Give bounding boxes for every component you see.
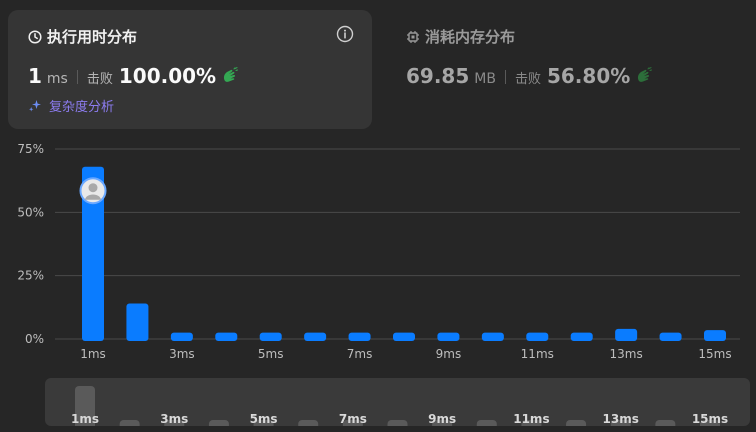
histogram-bar [215, 332, 238, 341]
divider [504, 70, 506, 84]
scrubber-label: 3ms [160, 412, 188, 426]
x-tick-label: 11ms [521, 347, 554, 361]
scrubber-minimap[interactable]: 1ms 3ms 5ms 7ms 9ms 11ms 13ms 15ms [45, 378, 750, 426]
runtime-unit: ms [46, 71, 68, 87]
complexity-analysis-label: 复杂度分析 [49, 100, 115, 115]
histogram-bar [659, 332, 682, 341]
info-icon[interactable] [336, 25, 354, 43]
memory-beat-percent: 56.80% [546, 64, 631, 88]
runtime-beat-label: 击败 [86, 72, 113, 87]
scrubber-label: 7ms [339, 412, 367, 426]
memory-stats: 69.85 MB 击败 56.80% [406, 64, 653, 88]
scrubber-bar [566, 420, 587, 426]
x-tick-label: 15ms [698, 347, 731, 361]
runtime-value: 1 [28, 64, 42, 88]
range-scrubber[interactable]: 1ms 3ms 5ms 7ms 9ms 11ms 13ms 15ms [45, 378, 750, 426]
histogram-bar [704, 330, 726, 341]
histogram-bar [526, 332, 549, 341]
histogram-bar [615, 328, 638, 341]
scrubber-label: 13ms [603, 412, 639, 426]
scrubber-bar [387, 420, 408, 426]
scrubber-label: 11ms [513, 412, 549, 426]
memory-title[interactable]: 消耗内存分布 [406, 26, 515, 47]
scrubber-bar [298, 420, 319, 426]
memory-title-text: 消耗内存分布 [425, 28, 516, 46]
scrubber-bar [476, 420, 497, 426]
complexity-analysis-link[interactable]: 复杂度分析 [28, 96, 114, 115]
clap-icon [638, 67, 653, 82]
histogram-bar [481, 332, 504, 341]
histogram-bar [170, 332, 193, 341]
histogram-bar [259, 332, 282, 341]
scrubber-label: 9ms [428, 412, 456, 426]
runtime-title: 执行用时分布 [28, 26, 137, 47]
memory-beat-label: 击败 [514, 72, 541, 87]
runtime-distribution-chart[interactable]: 0% 25% 50% 75% 1ms 3ms 5ms 7ms 9ms 11ms 13ms 15ms [0, 138, 756, 370]
scrubber-bar [208, 420, 229, 426]
runtime-stats: 1 ms 击败 100.00% [28, 64, 239, 88]
memory-value: 69.85 [406, 64, 470, 88]
x-tick-label: 3ms [169, 347, 195, 361]
x-tick-label: 1ms [80, 347, 106, 361]
scrubber-label: 5ms [250, 412, 278, 426]
histogram-bar [304, 332, 327, 341]
y-tick-label: 50% [17, 205, 44, 219]
chip-icon [407, 30, 419, 43]
x-tick-label: 7ms [347, 347, 373, 361]
y-tick-label: 25% [17, 269, 44, 283]
scrubber-bar [655, 420, 676, 426]
divider [76, 70, 78, 84]
clock-icon [28, 29, 42, 44]
histogram-bar [393, 332, 415, 341]
histogram-bar [126, 303, 149, 341]
sparkle-icon [29, 100, 41, 112]
runtime-card[interactable]: 执行用时分布 1 ms 击败 100.00% 复杂度分析 [8, 10, 372, 129]
histogram-bar [348, 332, 371, 341]
y-tick-label: 0% [25, 332, 44, 346]
clap-icon [224, 67, 239, 82]
memory-unit: MB [474, 71, 496, 87]
runtime-beat-percent: 100.00% [118, 64, 217, 88]
runtime-title-text: 执行用时分布 [47, 28, 138, 46]
scrubber-label: 1ms [71, 412, 99, 426]
scrubber-bar [119, 420, 140, 426]
x-tick-label: 9ms [436, 347, 462, 361]
x-tick-label: 13ms [610, 347, 643, 361]
user-avatar-marker [79, 177, 107, 205]
x-tick-label: 5ms [258, 347, 284, 361]
histogram-bar [437, 332, 460, 341]
scrubber-label: 15ms [692, 412, 728, 426]
histogram-bar [570, 332, 593, 341]
y-tick-label: 75% [17, 142, 44, 156]
